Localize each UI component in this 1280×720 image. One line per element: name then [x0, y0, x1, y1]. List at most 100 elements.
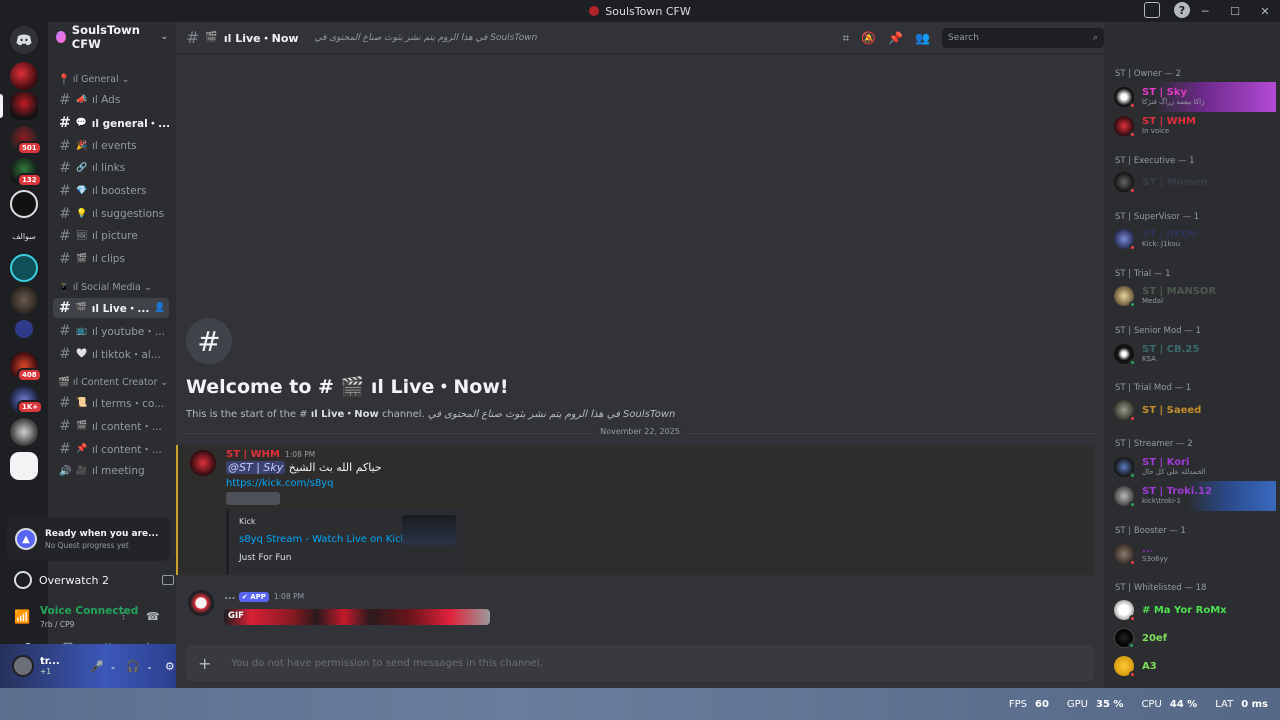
headphones-icon[interactable]: 🎧 — [126, 660, 140, 673]
message-composer[interactable]: + You do not have permission to send mes… — [186, 645, 1094, 681]
quest-card[interactable]: ▲ Ready when you are... No Quest progres… — [7, 517, 170, 561]
channel-meeting[interactable]: 🔊 🎥 ıl meeting — [53, 461, 169, 481]
threads-icon[interactable]: ⌗ — [842, 31, 849, 46]
maximize-button[interactable]: ☐ — [1220, 0, 1250, 22]
add-member-icon[interactable]: 👤 — [154, 303, 165, 313]
category-social-media[interactable]: 📱 ıl Social Media ⌄ — [58, 282, 152, 293]
channel-boosters[interactable]: # 💎 ıl boosters — [53, 181, 169, 201]
noise-suppression-icon[interactable]: ⫶ — [122, 610, 125, 624]
status-indicator — [1129, 615, 1136, 622]
stat-label: CPU — [1141, 698, 1162, 710]
close-button[interactable]: ✕ — [1250, 0, 1280, 22]
minimize-button[interactable]: ─ — [1190, 0, 1220, 22]
channel-content[interactable]: # 📌 ıl content・... — [53, 439, 169, 459]
microphone-icon[interactable]: 🎤 — [90, 660, 104, 673]
author-name[interactable]: ... — [224, 591, 235, 602]
member-item[interactable]: 20ef — [1114, 624, 1276, 652]
channel-suggestions[interactable]: # 💡 ıl suggestions — [53, 204, 169, 224]
chevron-down-icon[interactable]: ⌄ — [110, 662, 117, 671]
guild-header[interactable]: SoulsTown CFW ⌄ — [48, 22, 176, 52]
guild-name: SoulsTown CFW — [71, 23, 140, 51]
server-icon[interactable] — [10, 254, 38, 282]
member-item[interactable]: A3 — [1114, 652, 1276, 680]
member-list-icon[interactable]: 👥 — [915, 31, 930, 45]
member-item[interactable]: ST | CB.25 KSA — [1114, 340, 1276, 368]
help-icon[interactable]: ? — [1174, 2, 1190, 18]
member-item[interactable]: ST | Sky ژاکا بیعمه زراگ فنژکا — [1114, 82, 1276, 112]
embed-title[interactable]: s8yq Stream - Watch Live on Kick — [239, 534, 406, 545]
channel-content[interactable]: # 🎬 ıl content・... — [53, 416, 169, 436]
channel-youtube[interactable]: # 📺 ıl youtube・... — [53, 321, 169, 341]
category-content-creator[interactable]: 🎬 ıl Content Creator ⌄ — [58, 377, 168, 388]
message-author[interactable]: ST | WHM 1:08 PM — [226, 449, 315, 460]
clapperboard-icon: 🎬 — [76, 254, 88, 264]
embed-provider[interactable]: Kick — [239, 517, 256, 526]
channel-links[interactable]: # 🔗 ıl links — [53, 158, 169, 178]
channel-tiktok[interactable]: # 🤍 ıl tiktok・al... — [53, 344, 169, 364]
disconnect-icon[interactable]: ☎ — [146, 610, 160, 623]
category-general[interactable]: 📍 ıl General ⌄ — [58, 74, 130, 85]
channel-live-now[interactable]: # 🎬 ıl Live・... 👤 — [53, 298, 169, 318]
message[interactable]: ... ✔ APP 1:08 PM GIF — [176, 587, 1094, 637]
folder-icon[interactable] — [15, 320, 33, 338]
settings-gear-icon[interactable]: ⚙ — [165, 660, 175, 673]
member-item[interactable]: ST | Kori الحمدلله على كل حال — [1114, 453, 1276, 481]
spoiler-block[interactable] — [226, 492, 280, 505]
voice-channel-name[interactable]: 7rb / CP9 — [40, 620, 74, 629]
member-item[interactable]: ST | JIKOU Kick: J1kou — [1114, 225, 1276, 253]
message[interactable]: ST | WHM 1:08 PM @ST | Sky حياكم الله بث … — [176, 445, 1094, 575]
member-item[interactable]: ST | MANSOR Medal — [1114, 282, 1276, 310]
status-indicator — [1129, 359, 1136, 366]
avatar[interactable] — [188, 590, 214, 616]
member-item[interactable]: ... S3o6yy — [1114, 540, 1276, 568]
avatar — [1114, 600, 1136, 622]
user-name[interactable]: tr... — [40, 656, 80, 667]
gif-attachment[interactable] — [224, 609, 490, 625]
pin-icon[interactable]: 📌 — [888, 31, 903, 45]
message-link[interactable]: https://kick.com/s8yq — [226, 478, 333, 489]
server-icon[interactable] — [10, 418, 38, 446]
category-label: ıl Content Creator — [72, 377, 158, 388]
server-icon[interactable] — [10, 286, 38, 314]
server-icon[interactable] — [10, 452, 38, 480]
channel-picture[interactable]: # 🖼 ıl picture — [53, 226, 169, 246]
channel-ads[interactable]: # 📣 ıl Ads — [53, 90, 169, 110]
discord-home-icon[interactable] — [10, 26, 38, 54]
quest-subtitle: No Quest progress yet — [45, 540, 129, 550]
member-item[interactable]: # Ma Yor RoMx — [1114, 596, 1276, 624]
chevron-down-icon[interactable]: ⌄ — [146, 662, 153, 671]
search-input[interactable]: Search ⌕ — [942, 28, 1104, 48]
chat-header: # 🎬 ıl Live・Now في هذا الروم يتم نشر بثو… — [176, 22, 1104, 54]
user-mention[interactable]: @ST | Sky — [226, 461, 286, 474]
activity-row[interactable]: Overwatch 2 — [14, 568, 174, 592]
member-item[interactable]: ST | WHM In voice — [1114, 112, 1276, 140]
notifications-muted-icon[interactable]: 🔕 — [861, 31, 876, 45]
avatar[interactable] — [190, 450, 216, 476]
signal-icon[interactable]: 📶 — [14, 610, 30, 625]
server-icon[interactable] — [10, 62, 38, 90]
message-author[interactable]: ... ✔ APP 1:08 PM — [224, 591, 304, 602]
author-name[interactable]: ST | WHM — [226, 449, 280, 460]
channel-topic[interactable]: في هذا الروم يتم نشر بثوث صناع المحتوى ف… — [315, 33, 538, 43]
member-item[interactable]: ST | Saeed — [1114, 396, 1276, 424]
scroll-icon: 📜 — [76, 398, 88, 408]
channel-events[interactable]: # 🎉 ıl events — [53, 136, 169, 156]
channel-clips[interactable]: # 🎬 ıl clips — [53, 249, 169, 269]
welcome-text: This is the start of the # ıl Live・Now c… — [186, 405, 675, 420]
server-icon[interactable] — [10, 190, 38, 218]
soulstown-server-icon[interactable] — [10, 92, 38, 120]
add-attachment-icon[interactable]: + — [198, 654, 211, 673]
avatar[interactable] — [12, 655, 34, 677]
screen-share-icon[interactable] — [162, 575, 174, 585]
channel-general[interactable]: # 💬 ıl general・... — [53, 113, 169, 133]
channel-terms[interactable]: # 📜 ıl terms・co... — [53, 393, 169, 413]
member-item[interactable]: ST | Troki.12 kick\troki-1 — [1114, 481, 1276, 511]
inbox-icon[interactable] — [1144, 2, 1160, 18]
member-list: ST | Owner — 2 ST | Sky ژاکا بیعمه زراگ ف… — [1104, 22, 1280, 688]
member-item[interactable]: ST | Momen — [1114, 168, 1276, 196]
embed-thumbnail[interactable] — [402, 515, 456, 545]
date-label: November 22, 2025 — [594, 427, 686, 436]
avatar — [1114, 286, 1136, 308]
server-icon[interactable]: سوالف — [10, 222, 38, 250]
channel-label: ıl content・... — [92, 420, 162, 433]
